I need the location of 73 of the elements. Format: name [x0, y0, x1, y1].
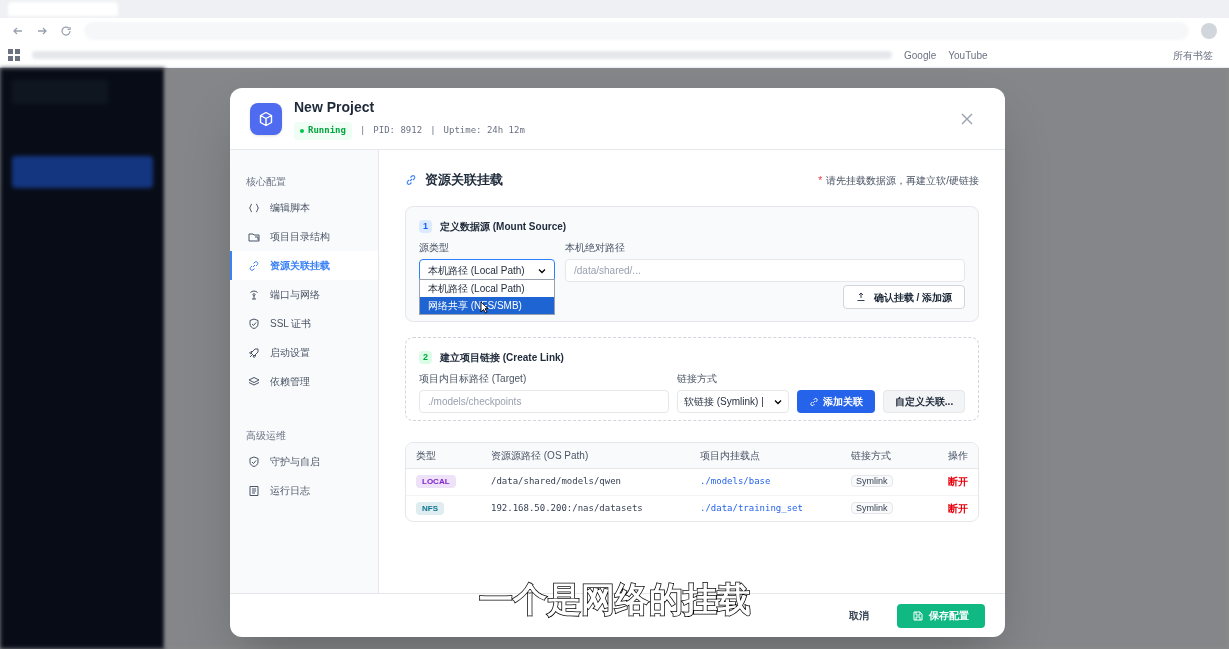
chevron-down-icon [774, 397, 782, 406]
column-header: 项目内挂载点 [700, 449, 761, 463]
field-label: 项目内目标路径 (Target) [419, 372, 528, 386]
section-heading: 核心配置 [245, 175, 287, 189]
app-logo-icon [250, 102, 282, 135]
target-path-input-field[interactable]: ./models/checkpoints [419, 390, 669, 413]
link-icon [809, 396, 819, 407]
sidebar-item[interactable]: 端口与网络 [230, 280, 378, 309]
status-badge: Running [294, 122, 352, 140]
column-header: 资源源路径 (OS Path) [491, 449, 590, 463]
layers-icon [248, 375, 260, 388]
uptime-text: Uptime: 24h 12m [443, 124, 525, 138]
sidebar-item[interactable]: 依赖管理 [230, 367, 378, 396]
profile-avatar[interactable] [1201, 22, 1217, 39]
pid-text: PID: 8912 [373, 124, 423, 138]
rocket-icon [248, 346, 260, 359]
field-label: 源类型 [419, 241, 450, 255]
antenna-icon [248, 288, 260, 301]
add-link-button[interactable]: 添加关联 [797, 390, 875, 413]
step-title: 建立项目链接 (Create Link) [440, 351, 564, 365]
mount-point-link[interactable]: ./data/training_set [700, 502, 803, 513]
disconnect-button[interactable]: 断开 [948, 500, 968, 516]
sidebar-item[interactable]: 启动设置 [230, 338, 378, 367]
type-tag: NFS [416, 501, 444, 515]
bookmark-link[interactable]: YouTube [948, 47, 988, 63]
sidebar-item[interactable]: SSL 证书 [230, 309, 378, 338]
section-heading: 高级运维 [245, 429, 287, 443]
step-title: 定义数据源 (Mount Source) [440, 220, 567, 234]
bookmark-link[interactable]: Google [904, 47, 937, 63]
shield-check-icon [248, 455, 260, 468]
shield-check-icon [248, 317, 260, 330]
link-type-tag: Symlink [851, 475, 893, 488]
path-input-field[interactable]: /data/shared/... [565, 259, 965, 282]
save-icon [913, 610, 923, 621]
column-header: 链接方式 [851, 449, 892, 463]
link-icon [405, 174, 417, 186]
document-icon [248, 484, 260, 497]
mount-point-link[interactable]: ./models/base [700, 476, 771, 487]
hint-text: * 请先挂载数据源，再建立软/硬链接 [818, 173, 979, 188]
sidebar-item[interactable]: 运行日志 [230, 476, 378, 505]
close-icon[interactable] [961, 112, 973, 125]
field-label: 本机绝对路径 [565, 241, 626, 255]
dialog-title: New Project [294, 98, 376, 118]
dropdown-option[interactable]: 本机路径 (Local Path) [420, 280, 554, 297]
step-number: 2 [419, 351, 432, 364]
column-header: 操作 [947, 449, 968, 463]
step-number: 1 [419, 220, 432, 233]
section-title: 资源关联挂载 [425, 171, 503, 190]
video-subtitle: 一个是网络的挂载 [478, 578, 751, 621]
confirm-mount-button[interactable]: 确认挂载 / 添加源 [842, 285, 965, 309]
disconnect-button[interactable]: 断开 [948, 474, 968, 490]
link-type-dropdown[interactable]: 软链接 (Symlink) | [677, 390, 789, 413]
separator: | [359, 124, 366, 138]
reload-icon[interactable] [60, 24, 72, 37]
link-type-tag: Symlink [851, 501, 893, 514]
type-tag: LOCAL [416, 475, 456, 489]
sidebar-item[interactable]: 资源关联挂载 [230, 251, 378, 280]
table-cell: /data/shared/models/qwen [491, 476, 622, 487]
sidebar-item[interactable]: 编辑脚本 [230, 193, 378, 222]
link-icon [248, 259, 260, 272]
sidebar-item[interactable]: 项目目录结构 [230, 222, 378, 251]
apps-icon[interactable] [8, 49, 20, 62]
upload-icon [855, 292, 866, 302]
chevron-down-icon [538, 266, 546, 275]
all-bookmarks-link[interactable]: 所有书签 [1173, 47, 1221, 63]
field-label: 链接方式 [677, 372, 718, 386]
column-header: 类型 [416, 449, 437, 463]
table-cell: 192.168.50.200:/nas/datasets [491, 502, 643, 513]
separator: | [430, 124, 436, 138]
braces-icon [248, 201, 260, 214]
custom-link-button[interactable]: 自定义关联... [883, 390, 965, 413]
sidebar-item[interactable]: 守护与自启 [230, 447, 378, 476]
folder-icon [248, 230, 260, 243]
